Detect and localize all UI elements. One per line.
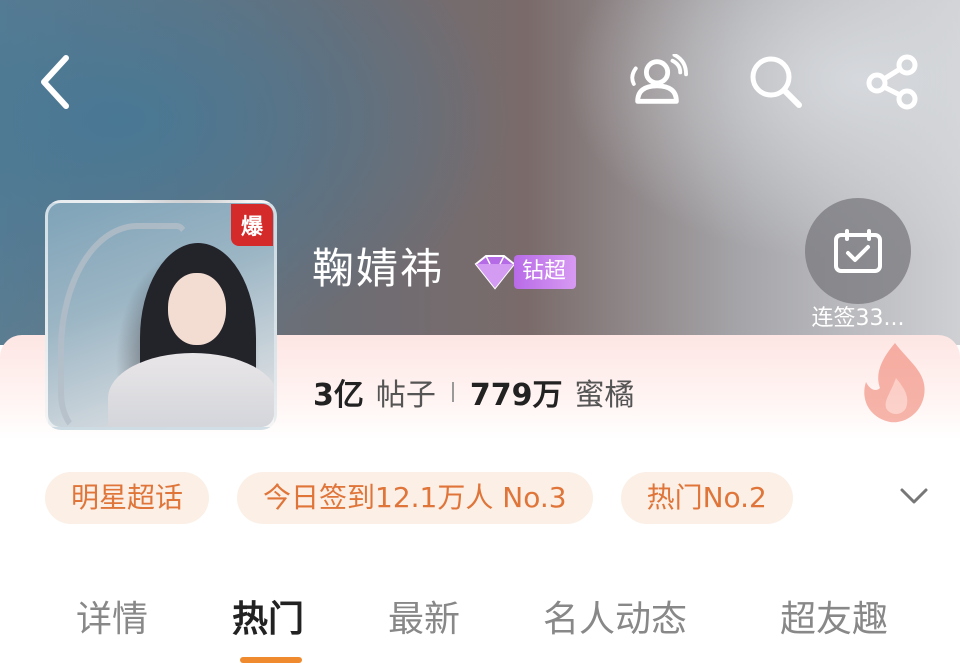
search-icon xyxy=(750,56,802,108)
fans-count: 779万 xyxy=(469,378,563,413)
tab-details[interactable]: 详情 xyxy=(76,590,148,642)
tab-celebrity-updates[interactable]: 名人动态 xyxy=(543,590,687,642)
tab-bar: 详情 热门 最新 名人动态 超友趣 xyxy=(0,590,960,663)
tier-label: 钻超 xyxy=(514,255,577,289)
topic-stats: 3亿 帖子 779万 蜜橘 xyxy=(313,370,635,414)
share-button[interactable] xyxy=(864,52,924,112)
posts-count: 3亿 xyxy=(313,378,364,413)
chip-category[interactable]: 明星超话 xyxy=(45,472,210,524)
checkin-label: 连签33... xyxy=(811,306,905,331)
tier-badge[interactable]: 钻超 xyxy=(470,252,585,292)
diamond-icon xyxy=(474,255,516,290)
hot-badge: 爆 xyxy=(231,204,273,246)
fans-label: 蜜橘 xyxy=(574,378,635,413)
checkin-button[interactable] xyxy=(805,198,911,304)
back-button[interactable] xyxy=(26,52,86,112)
members-button[interactable] xyxy=(628,52,688,112)
chip-hot-rank[interactable]: 热门No.2 xyxy=(620,472,793,524)
chevron-down-icon[interactable] xyxy=(896,478,932,514)
active-tab-indicator xyxy=(240,657,302,663)
chip-checkin-rank[interactable]: 今日签到12.1万人 No.3 xyxy=(237,472,593,524)
tab-fun[interactable]: 超友趣 xyxy=(780,590,888,642)
tab-latest[interactable]: 最新 xyxy=(388,590,460,642)
flame-icon xyxy=(864,343,925,423)
back-icon xyxy=(41,55,69,109)
share-icon xyxy=(866,54,918,110)
calendar-check-icon xyxy=(834,229,882,273)
stats-divider xyxy=(451,382,454,402)
search-button[interactable] xyxy=(746,52,806,112)
members-icon xyxy=(630,54,688,104)
tab-hot[interactable]: 热门 xyxy=(232,590,304,642)
topic-name: 鞠婧祎 xyxy=(312,244,445,293)
topic-tags: 明星超话 今日签到12.1万人 No.3 热门No.2 xyxy=(45,472,793,524)
posts-label: 帖子 xyxy=(375,378,436,413)
